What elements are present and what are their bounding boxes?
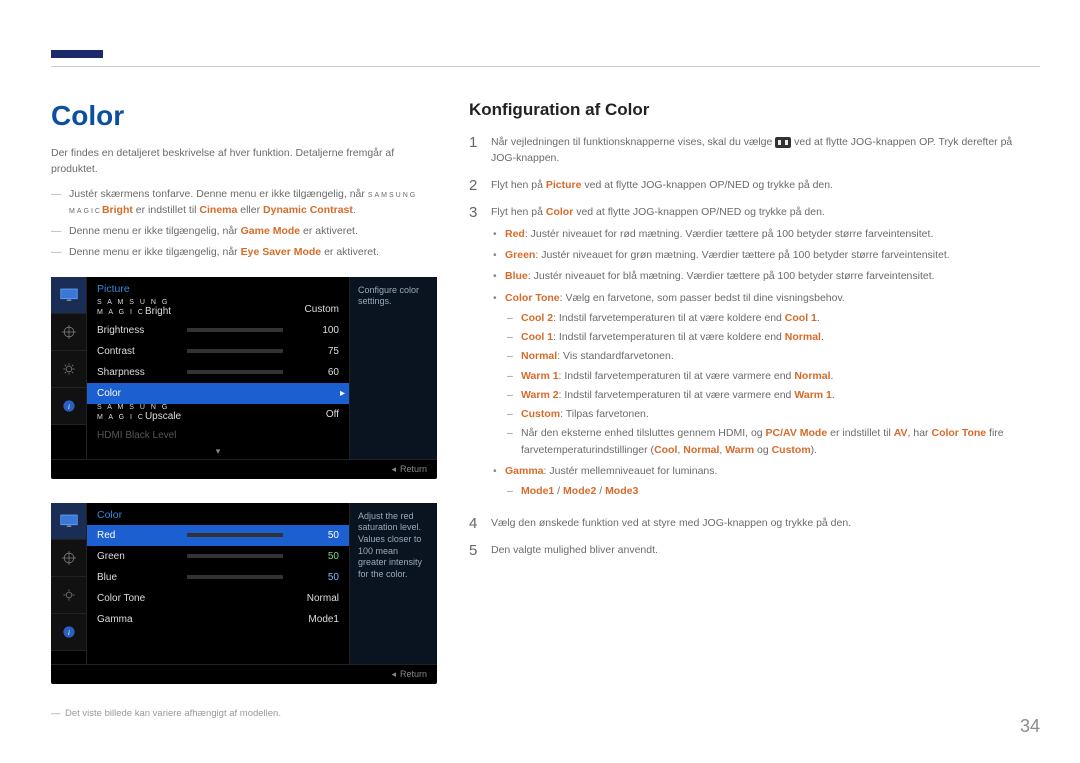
osd-row-hdmi: HDMI Black Level — [87, 425, 349, 446]
section-heading: Konfiguration af Color — [469, 100, 1040, 120]
list-item: Green: Justér niveauet for grøn mætning.… — [491, 247, 1040, 263]
svg-text:i: i — [67, 627, 69, 636]
right-column: Konfiguration af Color 1 Når vejledninge… — [469, 100, 1040, 719]
step-1: 1 Når vejledningen til funktionsknappern… — [469, 134, 1040, 167]
osd-row-upscale: S A M S U N GM A G I CUpscale Off — [87, 404, 349, 425]
osd-row-brightness: Brightness100 — [87, 320, 349, 341]
osd-title: Picture — [87, 277, 349, 299]
page-title: Color — [51, 100, 437, 132]
osd-footer: ◂Return — [51, 664, 437, 684]
header-accent-bar — [51, 50, 103, 58]
osd-row-colortone: Color ToneNormal — [87, 588, 349, 609]
step-2: 2 Flyt hen på Picture ved at flytte JOG-… — [469, 177, 1040, 194]
osd-row-magicbright: S A M S U N GM A G I CBright Custom — [87, 299, 349, 320]
chevron-right-icon: ▸ — [340, 388, 345, 399]
osd-row-gamma: GammaMode1 — [87, 609, 349, 630]
chevron-down-icon: ▾ — [87, 446, 349, 459]
list-item: Color Tone: Vælg en farvetone, som passe… — [491, 290, 1040, 458]
osd-help-text: Adjust the red saturation level. Values … — [349, 503, 437, 664]
note-item: Denne menu er ikke tilgængelig, når Eye … — [51, 244, 437, 261]
step-4: 4Vælg den ønskede funktion ved at styre … — [469, 515, 1040, 532]
info-icon: i — [51, 614, 86, 651]
step-5: 5Den valgte mulighed bliver anvendt. — [469, 542, 1040, 559]
svg-text:i: i — [67, 401, 69, 410]
monitor-icon — [51, 277, 86, 314]
note-item: Justér skærmens tonfarve. Denne menu er … — [51, 186, 437, 220]
gear-icon — [51, 351, 86, 388]
page-number: 34 — [1020, 716, 1040, 737]
list-item: Blue: Justér niveauet for blå mætning. V… — [491, 268, 1040, 284]
osd-picture-panel: i Picture S A M S U N GM A G I CBright C… — [51, 277, 437, 479]
note-item: Denne menu er ikke tilgængelig, når Game… — [51, 223, 437, 240]
osd-title: Color — [87, 503, 349, 525]
osd-help-text: Configure color settings. — [349, 277, 437, 459]
jog-menu-icon — [775, 137, 791, 148]
osd-row-blue: Blue50 — [87, 567, 349, 588]
intro-text: Der findes en detaljeret beskrivelse af … — [51, 146, 437, 178]
footnote: Det viste billede kan variere afhængigt … — [51, 708, 437, 719]
back-icon: ◂ — [391, 669, 396, 679]
osd-row-red: Red50 — [87, 525, 349, 546]
osd-row-contrast: Contrast75 — [87, 341, 349, 362]
osd-footer: ◂Return — [51, 459, 437, 479]
gear-icon — [51, 577, 86, 614]
back-icon: ◂ — [391, 464, 396, 474]
target-icon — [51, 540, 86, 577]
header-rule — [51, 66, 1040, 67]
info-icon: i — [51, 388, 86, 425]
osd-row-sharpness: Sharpness60 — [87, 362, 349, 383]
list-item: Red: Justér niveauet for rød mætning. Væ… — [491, 226, 1040, 242]
note-list: Justér skærmens tonfarve. Denne menu er … — [51, 186, 437, 261]
osd-color-panel: i Color Red50 Green50 Blue50 Color ToneN… — [51, 503, 437, 684]
target-icon — [51, 314, 86, 351]
osd-row-green: Green50 — [87, 546, 349, 567]
monitor-icon — [51, 503, 86, 540]
osd-row-color: Color▸ — [87, 383, 349, 404]
list-item: Gamma: Justér mellemniveauet for luminan… — [491, 463, 1040, 500]
step-3: 3 Flyt hen på Color ved at flytte JOG-kn… — [469, 204, 1040, 505]
left-column: Color Der findes en detaljeret beskrivel… — [51, 100, 437, 719]
